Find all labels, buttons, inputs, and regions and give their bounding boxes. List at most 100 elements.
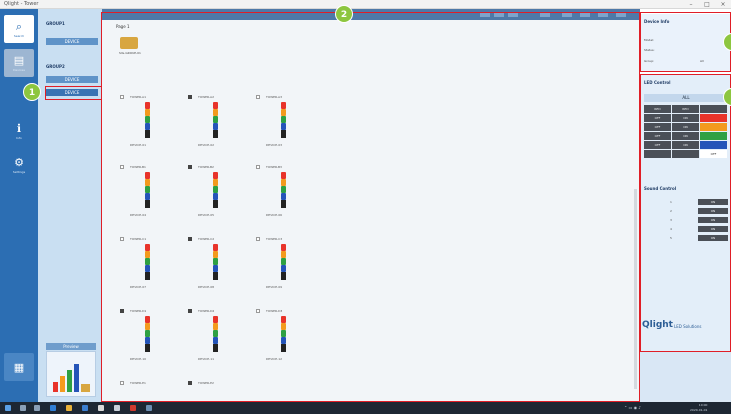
led-cell[interactable]: OFF — [644, 132, 671, 140]
store-icon[interactable] — [82, 405, 88, 411]
app-icon[interactable] — [98, 405, 104, 411]
folder-icon[interactable] — [66, 405, 72, 411]
taskview-icon[interactable] — [34, 405, 40, 411]
tower-item[interactable]: TOWER-D3 DEVICE-12 — [256, 309, 312, 371]
tower-checkbox[interactable] — [188, 309, 192, 313]
tower-checkbox[interactable] — [188, 381, 192, 385]
info-icon: ℹ — [16, 121, 22, 135]
led-cell[interactable] — [700, 105, 727, 113]
led-cell[interactable]: ON — [672, 123, 699, 131]
system-tray[interactable]: ⌃ ▭ ◉ ♪ — [624, 405, 641, 410]
sound-button[interactable]: ON — [698, 199, 728, 205]
tower-checkbox[interactable] — [256, 165, 260, 169]
tower-checkbox[interactable] — [120, 165, 124, 169]
toolbar-button[interactable] — [494, 12, 504, 17]
tower-name: TOWER-A1 — [130, 95, 146, 99]
tower-caption: DEVICE-11 — [198, 357, 215, 361]
group-folder[interactable]: SIG-GROUP-01 — [119, 37, 142, 63]
nav-settings-button[interactable]: ⚙ Settings — [4, 151, 34, 179]
close-button[interactable]: × — [715, 0, 731, 9]
tower-item[interactable]: TOWER-B2 DEVICE-05 — [188, 165, 244, 227]
led-color-white[interactable]: OFF — [700, 150, 727, 158]
tower-item[interactable]: TOWER-E1 — [120, 381, 176, 399]
led-cell[interactable]: ON — [672, 114, 699, 122]
tower-checkbox[interactable] — [256, 309, 260, 313]
tower-item[interactable]: TOWER-C2 DEVICE-08 — [188, 237, 244, 299]
led-cell[interactable]: RED — [644, 105, 671, 113]
led-cell[interactable]: ON — [672, 132, 699, 140]
all-button[interactable]: ALL — [644, 94, 728, 102]
tower-item[interactable]: TOWER-C3 DEVICE-09 — [256, 237, 312, 299]
tower-item[interactable]: TOWER-D2 DEVICE-11 — [188, 309, 244, 371]
search-icon[interactable] — [20, 405, 26, 411]
tower-checkbox[interactable] — [188, 95, 192, 99]
tower-checkbox[interactable] — [120, 309, 124, 313]
led-color-green[interactable] — [700, 132, 727, 140]
led-cell[interactable]: OFF — [644, 114, 671, 122]
taskbar-clock[interactable]: 10:00 2020-01-01 — [690, 403, 707, 413]
tower-checkbox[interactable] — [188, 237, 192, 241]
start-icon[interactable] — [5, 405, 11, 411]
tower-item[interactable]: TOWER-A3 DEVICE-03 — [256, 95, 312, 157]
tower-caption: DEVICE-12 — [266, 357, 283, 361]
tower-checkbox[interactable] — [188, 165, 192, 169]
nav-info-button[interactable]: ℹ Info — [4, 117, 34, 145]
toolbar-button[interactable] — [480, 12, 490, 17]
tower-checkbox[interactable] — [120, 381, 124, 385]
tree-device-item[interactable]: DEVICE — [46, 38, 98, 45]
tower-checkbox[interactable] — [256, 237, 260, 241]
tower-name: TOWER-C3 — [266, 237, 283, 241]
tower-checkbox[interactable] — [120, 237, 124, 241]
led-cell[interactable] — [672, 150, 699, 158]
led-cell[interactable]: RED — [672, 105, 699, 113]
app-icon[interactable] — [114, 405, 120, 411]
nav-search-button[interactable]: ⌕ Search — [4, 15, 34, 43]
tower-item[interactable]: TOWER-B1 DEVICE-04 — [120, 165, 176, 227]
tower-item[interactable]: TOWER-A1 DEVICE-01 — [120, 95, 176, 157]
brand-logo: Qlight — [642, 320, 673, 330]
led-cell[interactable]: ON — [672, 141, 699, 149]
group-dropdown[interactable]: All — [700, 59, 704, 63]
tower-checkbox[interactable] — [120, 95, 124, 99]
tower-item[interactable]: TOWER-B3 DEVICE-06 — [256, 165, 312, 227]
nav-sidebar: ⌕ Search ▤ Devices ℹ Info ⚙ Settings ▦ — [0, 9, 38, 402]
tower-caption: DEVICE-06 — [266, 213, 283, 217]
sound-button[interactable]: ON — [698, 226, 728, 232]
toolbar-button[interactable] — [616, 12, 626, 17]
toolbar-button[interactable] — [540, 12, 550, 17]
right-bottom-area — [640, 352, 731, 402]
nav-bottom-button[interactable]: ▦ — [4, 353, 34, 381]
led-cell[interactable] — [644, 150, 671, 158]
minimize-button[interactable]: – — [683, 0, 699, 9]
led-color-red[interactable] — [700, 114, 727, 122]
led-cell[interactable]: OFF — [644, 141, 671, 149]
page-tab[interactable]: Page 1 — [116, 24, 130, 29]
toolbar-button[interactable] — [580, 12, 590, 17]
led-color-amber[interactable] — [700, 123, 727, 131]
tower-item[interactable]: TOWER-D1 DEVICE-10 — [120, 309, 176, 371]
qlight-app-icon[interactable] — [130, 405, 136, 411]
led-color-blue[interactable] — [700, 141, 727, 149]
sound-button[interactable]: ON — [698, 235, 728, 241]
tree-device-item[interactable]: DEVICE — [46, 76, 98, 83]
nav-devices-button[interactable]: ▤ Devices — [4, 49, 34, 77]
toolbar-button[interactable] — [508, 12, 518, 17]
maximize-button[interactable]: □ — [699, 0, 715, 9]
tree-device-item-selected[interactable]: DEVICE — [46, 89, 98, 96]
tower-item[interactable]: TOWER-E2 — [188, 381, 244, 399]
tower-checkbox[interactable] — [256, 95, 260, 99]
toolbar-button[interactable] — [562, 12, 572, 17]
canvas-scrollbar[interactable] — [634, 189, 637, 389]
browser-icon[interactable] — [50, 405, 56, 411]
tower-item[interactable]: TOWER-C1 DEVICE-07 — [120, 237, 176, 299]
sound-button[interactable]: ON — [698, 217, 728, 223]
info-row: Model: — [644, 38, 655, 42]
preview-chart-icon — [53, 364, 90, 392]
tower-item[interactable]: TOWER-A2 DEVICE-02 — [188, 95, 244, 157]
sound-button[interactable]: ON — [698, 208, 728, 214]
settings-icon: ⚙ — [14, 155, 24, 169]
led-control-grid: RED RED OFF ON OFF ON OFF ON OFF ON OFF — [644, 105, 728, 158]
led-cell[interactable]: OFF — [644, 123, 671, 131]
app-icon[interactable] — [146, 405, 152, 411]
toolbar-button[interactable] — [598, 12, 608, 17]
